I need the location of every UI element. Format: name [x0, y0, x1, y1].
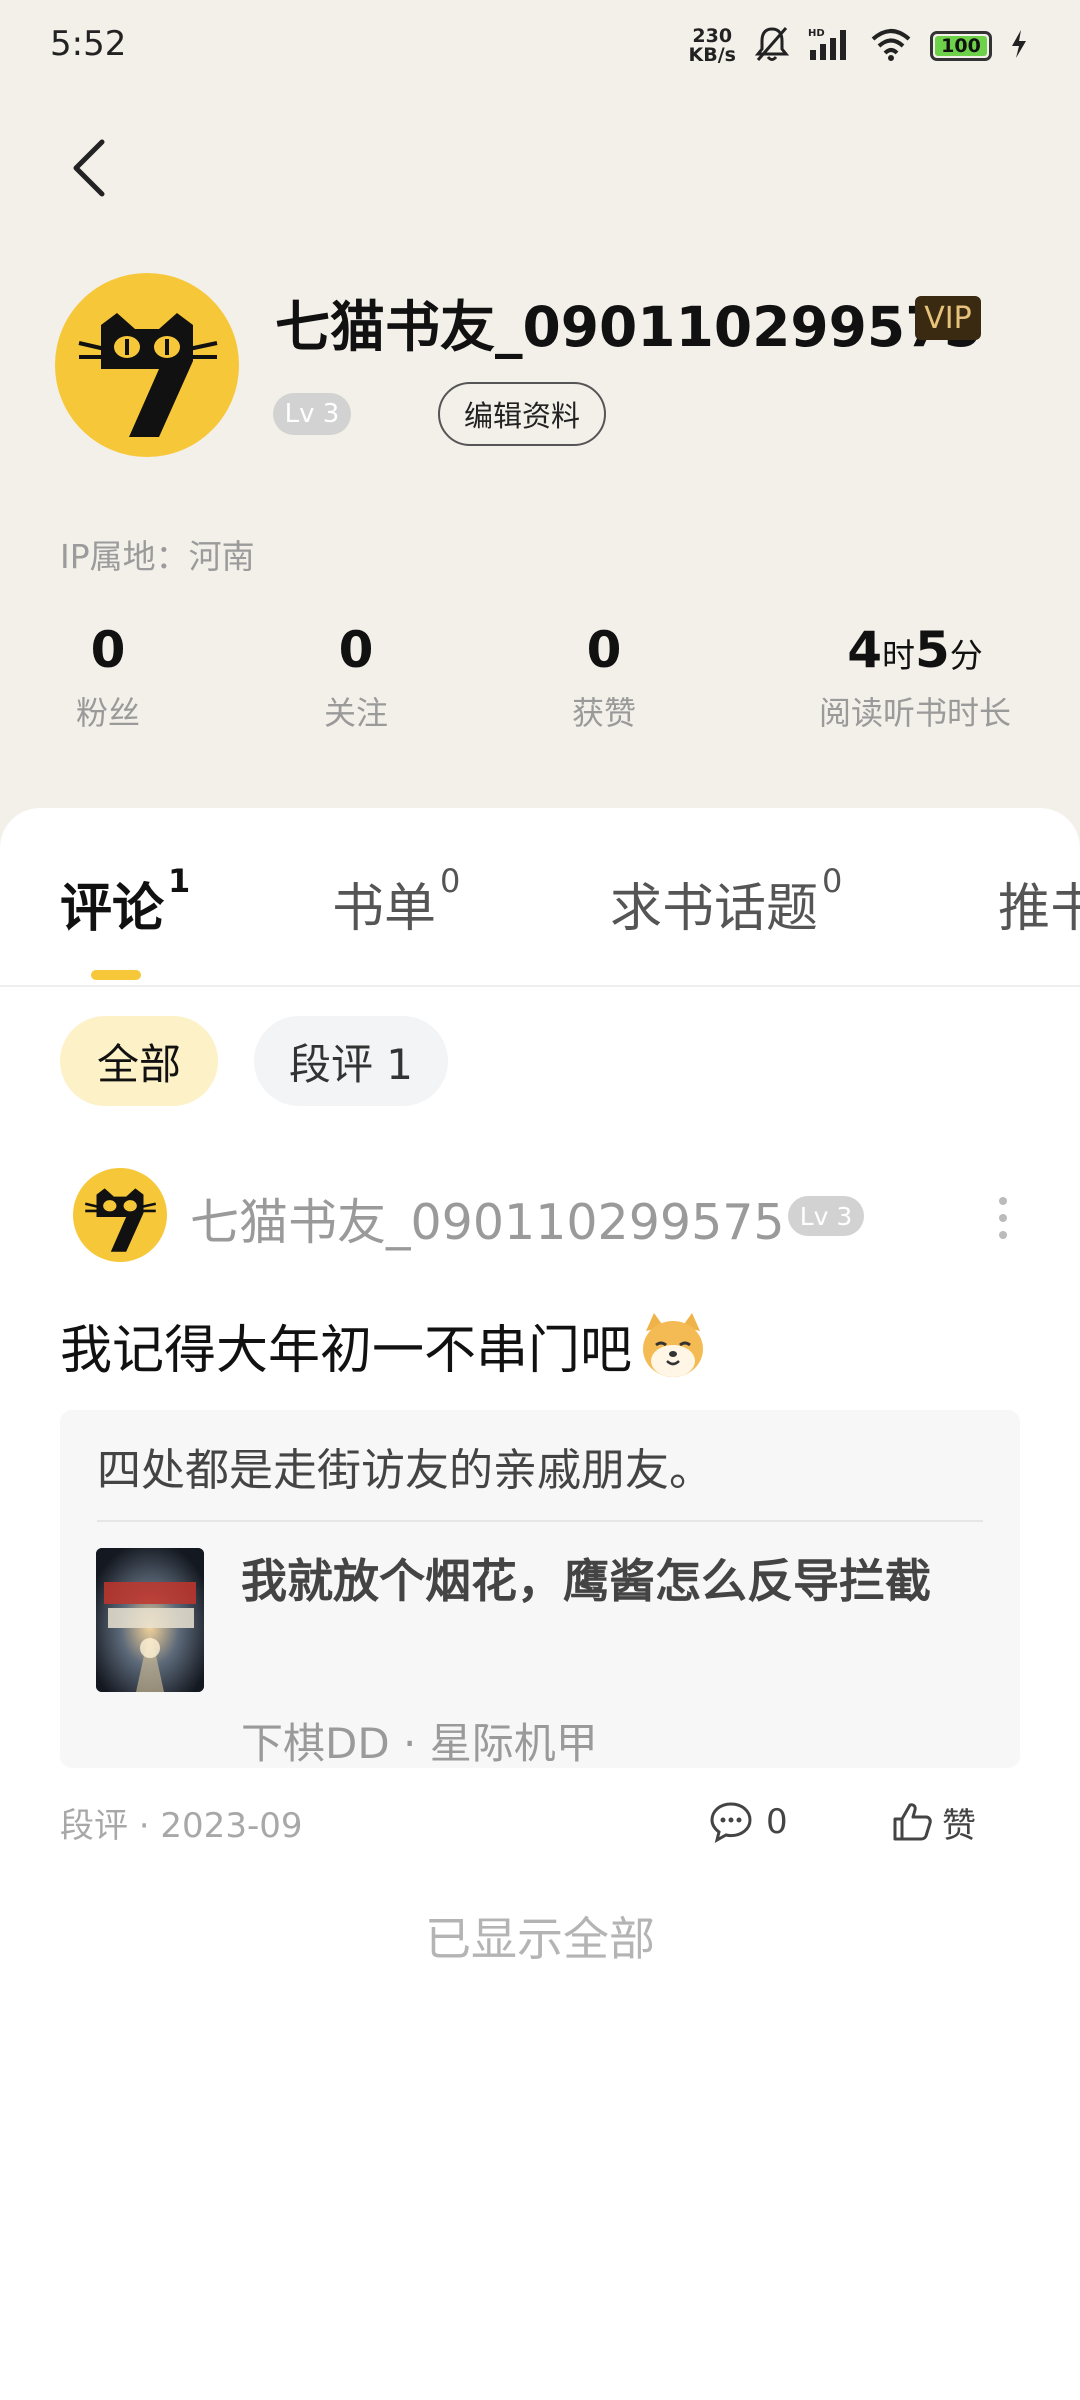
quote-divider — [97, 1520, 983, 1522]
like-label: 赞 — [942, 1805, 976, 1846]
content-card: 评论 1 书单 0 求书话题 0 推书 全部 段评 1 七猫书友_0901102995… — [0, 808, 1080, 2400]
mute-bell-icon — [754, 25, 790, 67]
level-badge[interactable]: Lv 3 — [273, 393, 351, 435]
tab-book-requests[interactable]: 求书话题 0 — [610, 866, 842, 941]
edit-profile-button[interactable]: 编辑资料 — [438, 382, 606, 446]
vip-badge[interactable]: VIP — [915, 296, 981, 340]
comment-meta: 段评 · 2023-09 — [60, 1806, 303, 1846]
active-tab-indicator — [91, 970, 141, 980]
profile-stats: 0 粉丝 0 关注 0 获赞 4时5分 阅读听书时长 — [0, 618, 1080, 738]
seven-cat-logo-icon — [78, 313, 218, 437]
comment-username[interactable]: 七猫书友_090110299575 — [190, 1183, 785, 1254]
book-author-genre: 下棋DD · 星际机甲 — [241, 1719, 598, 1768]
profile-username: 七猫书友_090110299575 — [275, 295, 982, 359]
filter-all-chip[interactable]: 全部 — [60, 1016, 218, 1106]
more-options-button[interactable] — [985, 1178, 1021, 1258]
reply-button[interactable]: 0 — [708, 1792, 788, 1852]
status-time: 5:52 — [50, 24, 127, 64]
comment-level-badge: Lv 3 — [788, 1196, 864, 1236]
more-dot-icon — [999, 1197, 1007, 1205]
filter-segment-comments-chip[interactable]: 段评 1 — [254, 1016, 448, 1106]
thumbs-up-icon — [893, 1803, 932, 1841]
tab-booklists[interactable]: 书单 0 — [332, 866, 460, 941]
comment-avatar[interactable] — [73, 1168, 167, 1262]
svg-text:HD: HD — [808, 28, 825, 39]
wifi-icon — [870, 27, 912, 65]
chevron-left-icon — [73, 139, 105, 197]
stat-reading-time[interactable]: 4时5分 阅读听书时长 — [800, 618, 1030, 734]
charging-icon — [1010, 29, 1028, 63]
tab-divider — [0, 985, 1080, 987]
reading-time-value: 4时5分 — [847, 621, 983, 679]
network-speed: 230 KB/s — [688, 25, 736, 66]
back-button[interactable] — [52, 128, 124, 208]
like-button[interactable]: 赞 — [890, 1792, 976, 1852]
comment-text[interactable]: 我记得大年初一不串门吧 — [60, 1308, 710, 1383]
more-dot-icon — [999, 1214, 1007, 1222]
status-icons: 230 KB/s HD 100 — [689, 22, 1028, 70]
reply-count: 0 — [766, 1802, 788, 1842]
more-dot-icon — [999, 1231, 1007, 1239]
profile-tabs: 评论 1 书单 0 求书话题 0 推书 — [0, 866, 1080, 996]
stat-following[interactable]: 0 关注 — [296, 618, 416, 734]
status-bar: 5:52 230 KB/s HD 100 — [0, 0, 1080, 90]
ip-location: IP属地：河南 — [60, 537, 255, 576]
seven-cat-logo-icon — [84, 1188, 157, 1252]
quoted-text: 四处都是走街访友的亲戚朋友。 — [97, 1445, 713, 1496]
avatar[interactable] — [55, 273, 239, 457]
shiba-dog-emoji-icon — [636, 1309, 710, 1383]
stat-fans[interactable]: 0 粉丝 — [48, 618, 168, 734]
signal-icon: HD — [808, 26, 852, 66]
quoted-book-card[interactable]: 四处都是走街访友的亲戚朋友。 我就放个烟花，鹰酱怎么反导拦截 下棋DD · 星际… — [60, 1410, 1020, 1768]
end-of-list-text: 已显示全部 — [425, 1912, 655, 1966]
battery-icon: 100 — [930, 31, 992, 61]
comment-footer: 段评 · 2023-09 0 赞 — [0, 1792, 1080, 1852]
comment-bubble-icon — [710, 1802, 752, 1843]
stat-likes[interactable]: 0 获赞 — [544, 618, 664, 734]
tab-recommend[interactable]: 推书 — [998, 866, 1080, 941]
book-cover-image[interactable] — [96, 1548, 204, 1692]
tab-comments[interactable]: 评论 1 — [60, 866, 190, 941]
book-title: 我就放个烟花，鹰酱怎么反导拦截 — [241, 1554, 931, 1608]
